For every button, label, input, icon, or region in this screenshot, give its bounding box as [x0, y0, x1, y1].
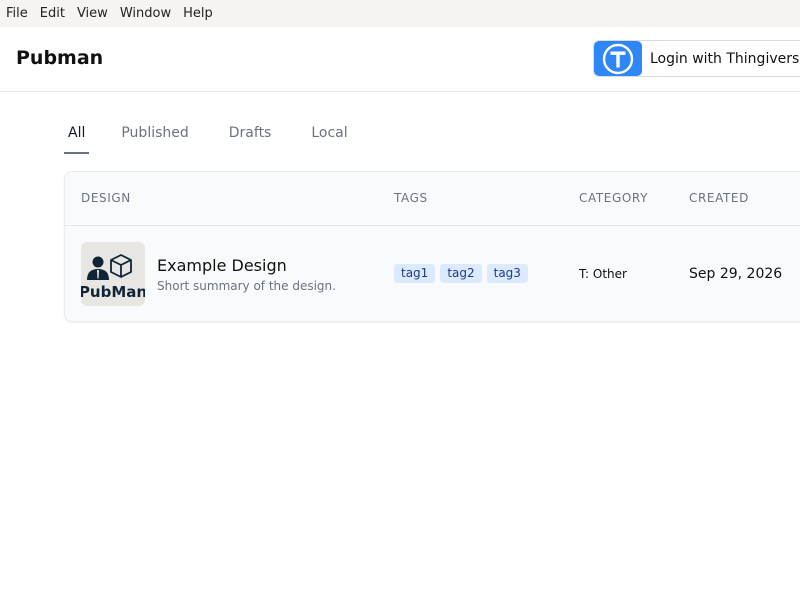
tag-badge: tag3 — [486, 264, 528, 283]
menu-edit[interactable]: Edit — [34, 6, 71, 21]
app-header: Pubman Login with Thingiverse — [0, 27, 800, 92]
table-header: DESIGN TAGS CATEGORY CREATED — [65, 172, 800, 226]
menu-help[interactable]: Help — [177, 6, 219, 21]
tab-drafts[interactable]: Drafts — [229, 118, 272, 154]
column-header-created[interactable]: CREATED — [689, 191, 749, 205]
thingiverse-logo-icon — [594, 41, 642, 76]
tag-badge: tag1 — [394, 264, 436, 283]
login-thingiverse-button[interactable]: Login with Thingiverse — [593, 40, 800, 77]
column-header-design[interactable]: DESIGN — [81, 191, 131, 205]
design-thumbnail: PubMan — [81, 242, 145, 306]
menu-window[interactable]: Window — [114, 6, 177, 21]
tab-local[interactable]: Local — [311, 118, 347, 154]
tag-badge: tag2 — [440, 264, 482, 283]
menu-file[interactable]: File — [0, 6, 34, 21]
pubman-logo-icon: PubMan — [81, 254, 145, 301]
table-row[interactable]: PubMan Example Design Short summary of t… — [65, 226, 800, 321]
column-header-tags[interactable]: TAGS — [394, 191, 428, 205]
tab-published[interactable]: Published — [121, 118, 188, 154]
tag-list: tag1 tag2 tag3 — [394, 264, 533, 283]
design-name[interactable]: Example Design — [157, 256, 287, 275]
login-button-label: Login with Thingiverse — [650, 50, 800, 67]
design-created-date: Sep 29, 2026 — [689, 266, 783, 282]
design-category: T: Other — [579, 267, 627, 281]
thumbnail-logo-text: PubMan — [81, 283, 145, 301]
designs-table: DESIGN TAGS CATEGORY CREATED PubMan Exam… — [64, 171, 800, 322]
filter-tabs: All Published Drafts Local — [64, 118, 388, 154]
menu-view[interactable]: View — [71, 6, 114, 21]
menu-bar: File Edit View Window Help — [0, 0, 800, 27]
app-title: Pubman — [16, 47, 104, 69]
design-summary: Short summary of the design. — [157, 279, 336, 293]
column-header-category[interactable]: CATEGORY — [579, 191, 648, 205]
tab-all[interactable]: All — [64, 118, 90, 154]
